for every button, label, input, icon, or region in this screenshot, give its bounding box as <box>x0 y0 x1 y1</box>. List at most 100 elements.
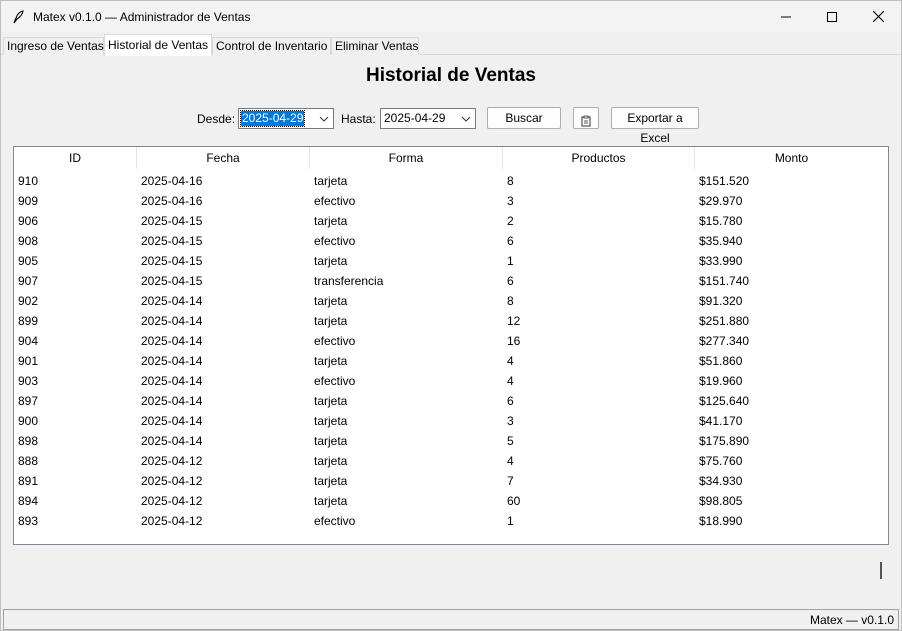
cell-id: 888 <box>18 454 39 468</box>
table-row[interactable]: 910 2025-04-16 tarjeta 8 $151.520 <box>14 171 888 191</box>
cell-fecha: 2025-04-14 <box>141 294 203 308</box>
table-row[interactable]: 904 2025-04-14 efectivo 16 $277.340 <box>14 331 888 351</box>
cell-forma: tarjeta <box>314 314 348 328</box>
cell-id: 902 <box>18 294 39 308</box>
column-header-productos[interactable]: Productos <box>503 147 695 169</box>
column-header-fecha[interactable]: Fecha <box>137 147 310 169</box>
cell-productos: 4 <box>507 354 514 368</box>
table-header: ID Fecha Forma Productos Monto <box>14 147 888 169</box>
table-row[interactable]: 888 2025-04-12 tarjeta 4 $75.760 <box>14 451 888 471</box>
tab-bar: Ingreso de Ventas Historial de Ventas Co… <box>1 34 901 56</box>
minimize-button[interactable] <box>763 1 809 32</box>
maximize-icon <box>827 11 837 22</box>
table-row[interactable]: 893 2025-04-12 efectivo 1 $18.990 <box>14 511 888 531</box>
cell-id: 901 <box>18 354 39 368</box>
status-bar: Matex — v0.1.0 <box>3 609 899 630</box>
table-row[interactable]: 902 2025-04-14 tarjeta 8 $91.320 <box>14 291 888 311</box>
cell-fecha: 2025-04-16 <box>141 174 203 188</box>
cell-forma: tarjeta <box>314 214 348 228</box>
cell-fecha: 2025-04-15 <box>141 274 203 288</box>
cell-id: 904 <box>18 334 39 348</box>
cell-monto: $19.960 <box>699 374 743 388</box>
cell-monto: $15.780 <box>699 214 743 228</box>
cell-forma: efectivo <box>314 234 356 248</box>
table-row[interactable]: 897 2025-04-14 tarjeta 6 $125.640 <box>14 391 888 411</box>
table-row[interactable]: 901 2025-04-14 tarjeta 4 $51.860 <box>14 351 888 371</box>
table-row[interactable]: 909 2025-04-16 efectivo 3 $29.970 <box>14 191 888 211</box>
clipboard-button[interactable] <box>573 107 599 129</box>
table-row[interactable]: 891 2025-04-12 tarjeta 7 $34.930 <box>14 471 888 491</box>
cell-id: 894 <box>18 494 39 508</box>
cell-forma: efectivo <box>314 514 356 528</box>
cell-productos: 8 <box>507 174 514 188</box>
cell-fecha: 2025-04-12 <box>141 494 203 508</box>
cell-monto: $29.970 <box>699 194 743 208</box>
tab-control-inventario[interactable]: Control de Inventario <box>212 37 331 55</box>
desde-date-combo[interactable]: 2025-04-29 <box>238 108 334 129</box>
close-button[interactable] <box>855 1 901 32</box>
clipboard-icon <box>580 113 592 133</box>
table-row[interactable]: 900 2025-04-14 tarjeta 3 $41.170 <box>14 411 888 431</box>
cell-productos: 16 <box>507 334 521 348</box>
cell-fecha: 2025-04-15 <box>141 254 203 268</box>
cell-fecha: 2025-04-14 <box>141 314 203 328</box>
cell-productos: 3 <box>507 414 514 428</box>
title-bar[interactable]: Matex v0.1.0 — Administrador de Ventas <box>1 1 901 32</box>
table-row[interactable]: 906 2025-04-15 tarjeta 2 $15.780 <box>14 211 888 231</box>
table-row[interactable]: 903 2025-04-14 efectivo 4 $19.960 <box>14 371 888 391</box>
cell-productos: 1 <box>507 254 514 268</box>
table-row[interactable]: 894 2025-04-12 tarjeta 60 $98.805 <box>14 491 888 511</box>
column-header-monto[interactable]: Monto <box>695 147 888 169</box>
column-header-id[interactable]: ID <box>14 147 137 169</box>
cell-forma: efectivo <box>314 334 356 348</box>
chevron-down-icon[interactable] <box>319 113 329 123</box>
hasta-date-combo[interactable]: 2025-04-29 <box>380 108 476 129</box>
tab-eliminar-ventas[interactable]: Eliminar Ventas <box>331 37 419 55</box>
maximize-button[interactable] <box>809 1 855 32</box>
chevron-down-icon[interactable] <box>461 113 471 123</box>
column-header-forma[interactable]: Forma <box>310 147 503 169</box>
cell-productos: 7 <box>507 474 514 488</box>
cell-fecha: 2025-04-14 <box>141 394 203 408</box>
cell-productos: 6 <box>507 274 514 288</box>
table-row[interactable]: 908 2025-04-15 efectivo 6 $35.940 <box>14 231 888 251</box>
cell-monto: $151.740 <box>699 274 750 288</box>
sales-history-table[interactable]: ID Fecha Forma Productos Monto 910 2025-0… <box>13 146 889 545</box>
cell-monto: $151.520 <box>699 174 750 188</box>
cell-forma: tarjeta <box>314 394 348 408</box>
cell-forma: tarjeta <box>314 174 348 188</box>
cell-productos: 4 <box>507 374 514 388</box>
cell-id: 905 <box>18 254 39 268</box>
table-row[interactable]: 905 2025-04-15 tarjeta 1 $33.990 <box>14 251 888 271</box>
cell-forma: tarjeta <box>314 494 348 508</box>
table-row[interactable]: 899 2025-04-14 tarjeta 12 $251.880 <box>14 311 888 331</box>
cell-productos: 4 <box>507 454 514 468</box>
export-excel-button[interactable]: Exportar a Excel <box>611 107 699 145</box>
cell-id: 898 <box>18 434 39 448</box>
table-row[interactable]: 907 2025-04-15 transferencia 6 $151.740 <box>14 271 888 291</box>
cell-productos: 1 <box>507 514 514 528</box>
cell-forma: tarjeta <box>314 254 348 268</box>
cell-monto: $175.890 <box>699 434 750 448</box>
tab-historial-ventas[interactable]: Historial de Ventas <box>104 34 212 56</box>
cell-productos: 6 <box>507 234 514 248</box>
tab-ingreso-ventas[interactable]: Ingreso de Ventas <box>3 37 104 55</box>
table-row[interactable]: 898 2025-04-14 tarjeta 5 $175.890 <box>14 431 888 451</box>
desde-date-value[interactable]: 2025-04-29 <box>239 110 306 127</box>
cell-productos: 60 <box>507 494 521 508</box>
cell-forma: tarjeta <box>314 414 348 428</box>
resize-grip[interactable] <box>880 562 882 579</box>
cell-fecha: 2025-04-12 <box>141 514 203 528</box>
feather-icon <box>11 9 25 24</box>
cell-id: 900 <box>18 414 39 428</box>
buscar-button[interactable]: Buscar <box>487 107 561 129</box>
cell-fecha: 2025-04-14 <box>141 354 203 368</box>
cell-monto: $33.990 <box>699 254 743 268</box>
cell-productos: 12 <box>507 314 521 328</box>
cell-id: 899 <box>18 314 39 328</box>
cell-monto: $51.860 <box>699 354 743 368</box>
cell-forma: tarjeta <box>314 354 348 368</box>
close-icon <box>872 11 884 22</box>
hasta-date-value[interactable]: 2025-04-29 <box>383 111 446 126</box>
cell-forma: efectivo <box>314 194 356 208</box>
